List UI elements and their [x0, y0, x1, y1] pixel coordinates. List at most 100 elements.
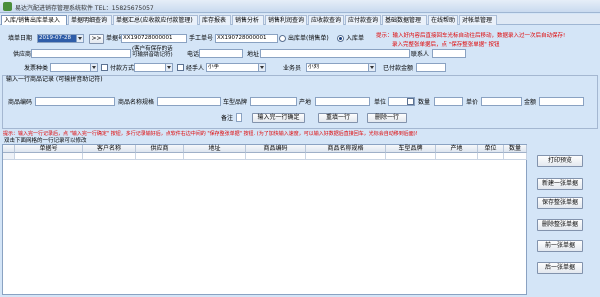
table-row-cell[interactable] [436, 153, 478, 160]
delete-row-button[interactable]: 删除一行 [367, 113, 407, 123]
col-address[interactable]: 地址 [184, 145, 246, 153]
date-label: 填单日期 [8, 35, 33, 42]
date-field[interactable]: 2019-07-28 [37, 34, 84, 43]
tab-bar: 入库/销售出库单录入 单据明细查询 单据汇总(应收款应付款管理) 库存报表 销售… [0, 14, 600, 25]
paid-label: 已付款金额 [383, 65, 414, 72]
table-row-cell[interactable] [478, 153, 504, 160]
tab-receivable[interactable]: 应收款查询 [308, 15, 344, 25]
radio-inbound[interactable] [337, 35, 344, 42]
table-row-cell[interactable] [83, 153, 136, 160]
tab-sales-analysis[interactable]: 销售分析 [232, 15, 264, 25]
hint-save-sheet: 录入完整张单据后，点 "保存整张单据" 按钮 [392, 42, 500, 48]
payment-dropdown-icon[interactable] [165, 64, 172, 71]
origin-label: 产地 [299, 99, 312, 106]
phone-label: 电话 [187, 51, 200, 58]
tab-help[interactable]: 在线帮助 [428, 15, 458, 25]
address-label: 地址 [247, 51, 260, 58]
app-icon [3, 2, 12, 11]
name-label: 商品名称规格 [118, 99, 155, 106]
salesman-select[interactable]: 小刘 [306, 63, 376, 72]
model-field[interactable] [250, 97, 297, 106]
col-doc-no[interactable]: 单据号 [15, 145, 83, 153]
prev-sheet-button[interactable]: 前一张单据 [537, 240, 583, 252]
print-preview-button[interactable]: 打印预览 [537, 155, 583, 167]
reset-row-button[interactable]: 重填一行 [318, 113, 358, 123]
table-row-cell[interactable] [136, 153, 184, 160]
salesman-dropdown-icon[interactable] [368, 64, 375, 71]
paid-field[interactable] [416, 63, 446, 72]
code-field[interactable] [35, 97, 115, 106]
model-label: 车型品牌 [223, 99, 248, 106]
col-origin[interactable]: 产地 [436, 145, 478, 153]
delete-sheet-button[interactable]: 删除整张单据 [537, 219, 583, 231]
tab-payable[interactable]: 应付款查询 [345, 15, 381, 25]
items-grid[interactable]: 单据号 客户名称 供应商 地址 商品编码 商品名称规格 车型品牌 产地 单位 数… [2, 144, 527, 295]
payment-label: 付款方式 [110, 65, 135, 72]
price-label: 单价 [466, 99, 479, 106]
tab-entry[interactable]: 入库/销售出库单录入 [1, 15, 67, 25]
contact-label: 联系人 [411, 51, 430, 58]
new-sheet-button[interactable]: 新建一张单据 [537, 178, 583, 190]
col-supplier[interactable]: 供应商 [136, 145, 184, 153]
handler-value: 小李 [208, 64, 220, 70]
amount-label: 金额 [524, 99, 537, 106]
tab-detail-query[interactable]: 单据明细查询 [68, 15, 112, 25]
remark-field[interactable] [236, 113, 242, 122]
col-customer[interactable]: 客户名称 [83, 145, 136, 153]
name-field[interactable] [157, 97, 221, 106]
table-row-cell[interactable] [15, 153, 83, 160]
origin-field[interactable] [315, 97, 370, 106]
tab-inventory[interactable]: 库存报表 [199, 15, 231, 25]
tab-summary[interactable]: 单据汇总(应收款应付款管理) [113, 15, 198, 25]
payment-checkbox[interactable] [101, 64, 108, 71]
tab-base-data[interactable]: 基础数据管理 [382, 15, 427, 25]
amount-field[interactable] [539, 97, 584, 106]
save-sheet-button[interactable]: 保存整张单据 [537, 197, 583, 209]
handler-select[interactable]: 小李 [206, 63, 266, 72]
qty-label: 数量 [418, 99, 431, 106]
address-field[interactable] [260, 49, 410, 58]
next-sheet-button[interactable]: 后一张单据 [537, 262, 583, 274]
phone-field[interactable] [199, 49, 243, 58]
table-row-cell[interactable] [306, 153, 386, 160]
manual-no-field[interactable]: XX190728000001 [215, 34, 278, 43]
invoice-select[interactable] [50, 63, 98, 72]
col-model[interactable]: 车型品牌 [386, 145, 436, 153]
item-section-title: 输入一行商品记录 (可输拼音助记符) [6, 76, 103, 83]
arrow-button[interactable]: >> [89, 34, 104, 44]
radio-outbound[interactable] [279, 35, 286, 42]
table-row-cell[interactable] [386, 153, 436, 160]
salesman-value: 小刘 [308, 64, 320, 70]
code-label: 商品编码 [8, 99, 33, 106]
manual-no-label: 手工单号 [189, 35, 214, 42]
confirm-row-button[interactable]: 输入完一行确定 [252, 113, 305, 123]
payment-select[interactable] [134, 63, 173, 72]
tab-statement[interactable]: 对帐单管理 [459, 15, 497, 25]
contact-field[interactable] [432, 49, 466, 58]
handler-dropdown-icon[interactable] [258, 64, 265, 71]
price-field[interactable] [481, 97, 522, 106]
table-row-cell[interactable] [504, 153, 527, 160]
salesman-label: 业务员 [283, 65, 302, 72]
invoice-dropdown-icon[interactable] [90, 64, 97, 71]
remark-label: 备注 [221, 115, 234, 122]
col-name[interactable]: 商品名称规格 [306, 145, 386, 153]
handler-checkbox[interactable] [177, 64, 184, 71]
date-dropdown-icon[interactable] [76, 35, 83, 42]
row-header-corner [3, 145, 15, 153]
supplier-label: 供应商 [13, 51, 32, 58]
radio-inbound-label: 入库单 [346, 35, 365, 42]
table-row-cell[interactable] [184, 153, 246, 160]
supplier-field[interactable] [31, 49, 131, 58]
col-unit[interactable]: 单位 [478, 145, 504, 153]
table-row-cell[interactable] [246, 153, 306, 160]
col-qty[interactable]: 数量 [504, 145, 527, 153]
hint-autosave: 提示：输入好内容后直接回车光标自动往后移动，数据录入过一次后自动保存! [376, 33, 566, 39]
radio-outbound-label: 出库单(销售单) [288, 35, 329, 42]
col-code[interactable]: 商品编码 [246, 145, 306, 153]
qty-field[interactable] [434, 97, 463, 106]
tab-profit[interactable]: 销售利润查询 [265, 15, 307, 25]
doc-no-field[interactable]: XX190728000001 [121, 34, 187, 43]
customer-label: (客户有保存的话 可输拼音助记符) [132, 46, 173, 58]
unit-checkbox[interactable] [407, 98, 414, 105]
